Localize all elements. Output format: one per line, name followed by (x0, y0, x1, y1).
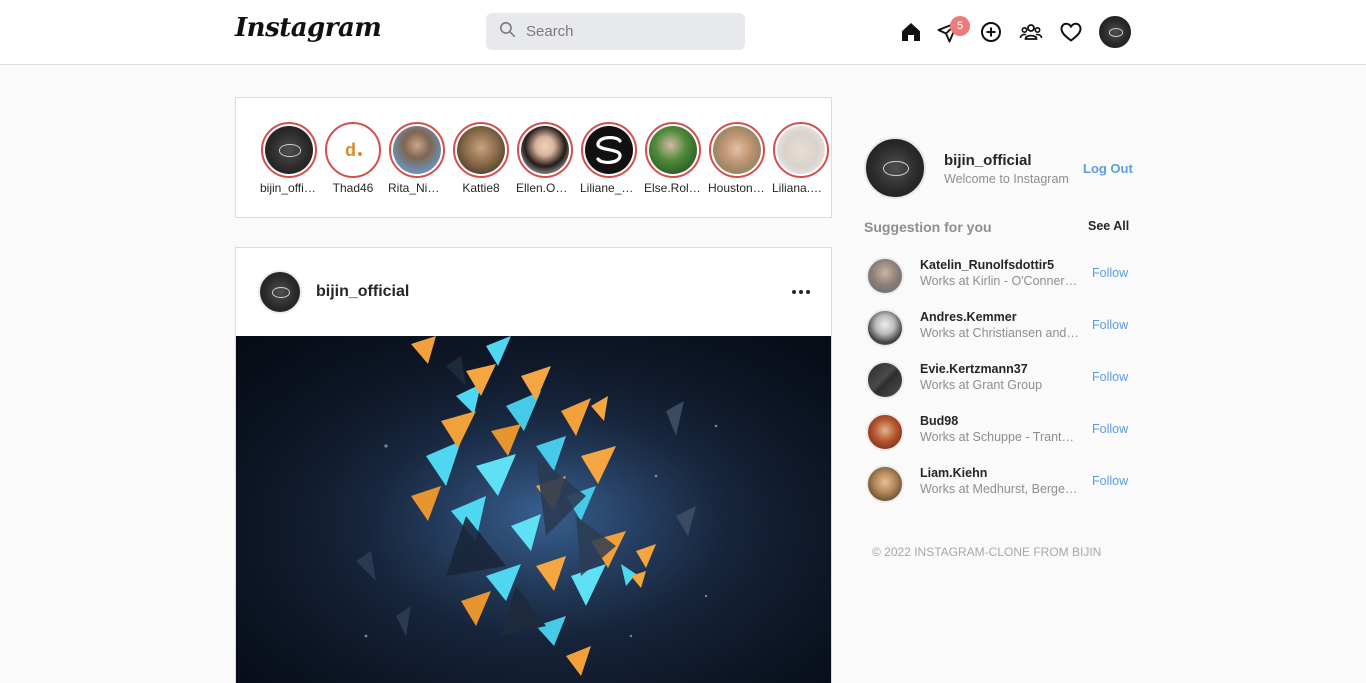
d-logo-icon: d (345, 140, 362, 160)
story-item[interactable]: d Thad46 (324, 122, 382, 195)
story-username: Kattie8 (462, 181, 500, 195)
suggestion-subtitle: Works at Christiansen and Sons (920, 326, 1080, 340)
suggestions-title: Suggestion for you (864, 219, 992, 235)
story-item[interactable]: Ellen.Ondricka (516, 122, 574, 195)
svg-text:d: d (345, 140, 356, 160)
shattered-shards-artwork (236, 336, 831, 683)
follow-button[interactable]: Follow (1092, 370, 1128, 384)
profile-avatar[interactable] (1099, 16, 1131, 48)
story-item[interactable]: Rita_Nienow (388, 122, 446, 195)
story-ring: d (325, 122, 381, 178)
suggestion-subtitle: Works at Kirlin - O'Conner and Kessler (920, 274, 1080, 288)
suggestion-item: Katelin_Runolfsdottir5 Works at Kirlin -… (864, 255, 1134, 297)
story-ring (453, 122, 509, 178)
story-username: Ellen.Ondricka (516, 181, 574, 195)
story-username: Houston.Kub (708, 181, 766, 195)
see-all-link[interactable]: See All (1088, 219, 1129, 233)
story-ring (645, 122, 701, 178)
story-item[interactable]: Liliana.Keebler (772, 122, 830, 195)
story-avatar (393, 126, 441, 174)
new-post-icon[interactable] (979, 20, 1003, 44)
story-username: Rita_Nienow (388, 181, 446, 195)
people-icon[interactable] (1019, 20, 1043, 44)
logout-button[interactable]: Log Out (1083, 161, 1133, 176)
story-username: Liliane_Hahn (580, 181, 638, 195)
heart-icon[interactable] (1059, 20, 1083, 44)
story-avatar (265, 126, 313, 174)
story-avatar (585, 126, 633, 174)
notification-badge: 5 (950, 16, 970, 36)
story-username: Thad46 (332, 181, 374, 195)
suggestion-username[interactable]: Bud98 (920, 414, 958, 428)
suggestion-avatar[interactable] (866, 257, 904, 295)
suggestion-item: Andres.Kemmer Works at Christiansen and … (864, 307, 1134, 349)
suggestion-username[interactable]: Andres.Kemmer (920, 310, 1017, 324)
story-ring (773, 122, 829, 178)
home-icon[interactable] (899, 20, 923, 44)
follow-button[interactable]: Follow (1092, 474, 1128, 488)
story-item[interactable]: Kattie8 (452, 122, 510, 195)
search-icon (498, 20, 517, 44)
current-user-avatar[interactable] (864, 137, 926, 199)
stories-tray: bijin_official d Thad46 Rita_Nienow Katt… (235, 97, 832, 218)
more-options-icon[interactable] (790, 282, 812, 302)
story-avatar (777, 126, 825, 174)
suggestion-item: Liam.Kiehn Works at Medhurst, Berge and … (864, 463, 1134, 505)
suggestion-username[interactable]: Liam.Kiehn (920, 466, 987, 480)
story-avatar: d (329, 126, 377, 174)
story-ring (709, 122, 765, 178)
instagram-logo[interactable]: Instagram (235, 13, 382, 43)
story-item[interactable]: Else.Rolfson (644, 122, 702, 195)
story-item[interactable]: Houston.Kub (708, 122, 766, 195)
post-header: bijin_official (236, 248, 831, 336)
post-author-avatar[interactable] (258, 270, 302, 314)
follow-button[interactable]: Follow (1092, 266, 1128, 280)
suggestion-avatar[interactable] (866, 413, 904, 451)
story-avatar (713, 126, 761, 174)
suggestion-item: Bud98 Works at Schuppe - Trantow Group F… (864, 411, 1134, 453)
story-ring (517, 122, 573, 178)
story-avatar (649, 126, 697, 174)
suggestion-subtitle: Works at Grant Group (920, 378, 1043, 392)
suggestion-subtitle: Works at Medhurst, Berge and Kling (920, 482, 1080, 496)
copyright-footer: © 2022 INSTAGRAM-CLONE FROM BIJIN (872, 545, 1102, 559)
welcome-text: Welcome to Instagram (944, 172, 1069, 186)
top-navigation-bar: Instagram 5 (0, 0, 1366, 65)
story-avatar (457, 126, 505, 174)
suggestion-avatar[interactable] (866, 309, 904, 347)
suggestion-item: Evie.Kertzmann37 Works at Grant Group Fo… (864, 359, 1134, 401)
story-ring (389, 122, 445, 178)
follow-button[interactable]: Follow (1092, 318, 1128, 332)
post-author-username[interactable]: bijin_official (316, 283, 409, 301)
suggestion-avatar[interactable] (866, 361, 904, 399)
story-username: Liliana.Keebler (772, 181, 830, 195)
story-ring (261, 122, 317, 178)
follow-button[interactable]: Follow (1092, 422, 1128, 436)
current-user-username[interactable]: bijin_official (944, 152, 1032, 169)
s-logo-icon (596, 136, 622, 164)
suggestion-avatar[interactable] (866, 465, 904, 503)
post-image[interactable] (236, 336, 831, 683)
suggestion-subtitle: Works at Schuppe - Trantow Group (920, 430, 1080, 444)
story-ring (581, 122, 637, 178)
search-input[interactable] (526, 23, 736, 40)
story-avatar (521, 126, 569, 174)
suggestion-username[interactable]: Evie.Kertzmann37 (920, 362, 1028, 376)
search-box[interactable] (486, 13, 745, 50)
story-item[interactable]: bijin_official (260, 122, 318, 195)
suggestion-username[interactable]: Katelin_Runolfsdottir5 (920, 258, 1054, 272)
feed-post: bijin_official (235, 247, 832, 683)
story-username: bijin_official (260, 181, 318, 195)
story-item[interactable]: Liliane_Hahn (580, 122, 638, 195)
story-username: Else.Rolfson (644, 181, 702, 195)
